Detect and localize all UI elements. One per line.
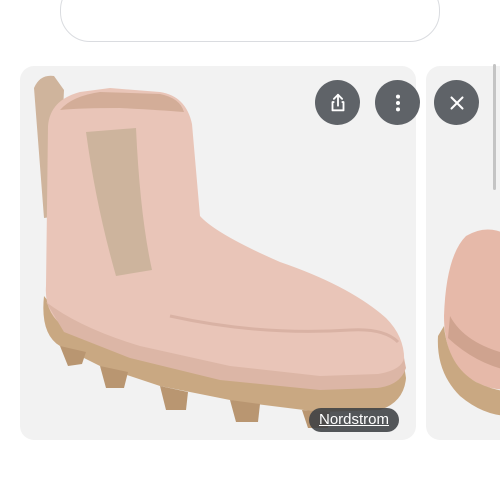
- scrollbar[interactable]: [493, 64, 496, 190]
- close-button[interactable]: [434, 80, 479, 125]
- image-card[interactable]: Nordstrom: [20, 66, 416, 440]
- boot-image: [20, 66, 416, 440]
- search-bar[interactable]: [60, 0, 440, 42]
- share-icon: [327, 92, 349, 114]
- share-button[interactable]: [315, 80, 360, 125]
- image-source-label[interactable]: Nordstrom: [309, 408, 400, 432]
- close-icon: [446, 92, 468, 114]
- more-vert-icon: [387, 92, 409, 114]
- more-options-button[interactable]: [375, 80, 420, 125]
